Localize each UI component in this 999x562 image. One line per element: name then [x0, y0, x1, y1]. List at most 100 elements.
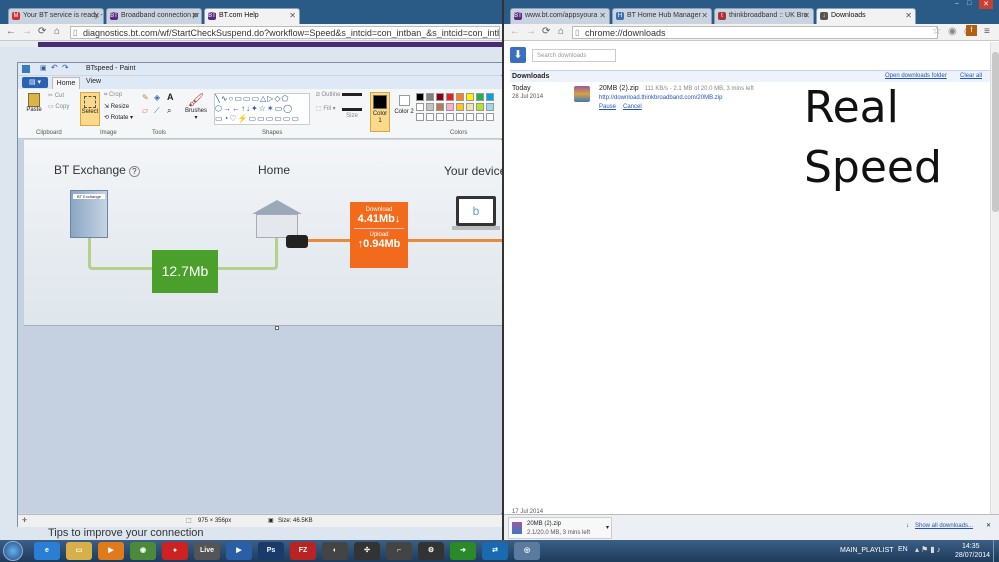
photoshop-icon[interactable]: Ps — [258, 542, 284, 560]
color-swatch[interactable] — [476, 103, 484, 111]
right-address-bar[interactable]: ▯ chrome://downloads — [572, 26, 938, 39]
extension-icon[interactable]: ◉ — [948, 26, 957, 37]
teamviewer-icon[interactable]: ⇄ — [482, 542, 508, 560]
close-window-button[interactable]: ✕ — [979, 0, 993, 9]
forward-button[interactable]: → — [22, 26, 32, 37]
close-tab-icon[interactable]: ✕ — [191, 11, 198, 20]
color-swatch[interactable] — [436, 103, 444, 111]
home-button[interactable]: ⌂ — [558, 26, 564, 37]
close-tab-icon[interactable]: ✕ — [803, 11, 810, 20]
filezilla-icon[interactable]: FZ — [290, 542, 316, 560]
tab-gmail[interactable]: M Your BT service is ready - ✕ — [8, 8, 104, 24]
brushes-button[interactable]: 🖌 Brushes ▾ — [184, 92, 208, 121]
canvas-resize-handle[interactable] — [275, 326, 279, 330]
home-button[interactable]: ⌂ — [54, 26, 60, 37]
fill-bucket-icon[interactable]: ◈ — [154, 93, 160, 102]
fill-button[interactable]: ⬚ Fill ▾ — [316, 105, 336, 112]
language-indicator[interactable]: EN — [898, 546, 908, 553]
scrollbar-thumb[interactable] — [992, 52, 999, 212]
explorer-icon[interactable]: ▭ — [66, 542, 92, 560]
left-address-bar[interactable]: ▯ diagnostics.bt.com/wf/StartCheckSuspen… — [70, 26, 500, 39]
tab-bt[interactable]: BT www.bt.com/appsyoura ✕ — [510, 8, 610, 24]
arrow-icon[interactable]: ➜ — [450, 542, 476, 560]
tab-tb[interactable]: t thinkbroadband :: UK Bro ✕ — [714, 8, 814, 24]
tab-bt[interactable]: BT Broadband connection pr ✕ — [106, 8, 202, 24]
skype-icon[interactable]: ◐ — [322, 542, 348, 560]
shelf-dropdown-icon[interactable]: ▾ — [606, 524, 609, 531]
ie-icon[interactable]: e — [34, 542, 60, 560]
color1-button[interactable]: Color 1 — [370, 92, 390, 132]
resize-button[interactable]: ⇲ Resize — [104, 103, 129, 110]
back-button[interactable]: ← — [510, 26, 520, 37]
custom-color-swatch[interactable] — [436, 113, 444, 121]
steam-icon[interactable]: ⚙ — [418, 542, 444, 560]
close-tab-icon[interactable]: ✕ — [289, 11, 296, 20]
text-tool-icon[interactable]: A — [167, 92, 174, 102]
shelf-item[interactable]: 20MB (2).zip 2.1/20.0 MB, 3 mins left ▾ — [508, 517, 612, 539]
eraser-icon[interactable]: ▱ — [142, 106, 148, 115]
tab-hub[interactable]: H BT Home Hub Manager ✕ — [612, 8, 712, 24]
color-swatch[interactable] — [436, 93, 444, 101]
close-tab-icon[interactable]: ✕ — [905, 11, 912, 20]
reload-button[interactable]: ⟳ — [542, 26, 550, 37]
show-all-downloads-link[interactable]: Show all downloads... — [915, 523, 973, 529]
magnifier-icon[interactable]: ⌕ — [167, 106, 171, 116]
close-shelf-button[interactable]: ✕ — [986, 522, 991, 529]
color-swatch[interactable] — [426, 103, 434, 111]
color-swatch[interactable] — [466, 93, 474, 101]
maximize-button[interactable]: □ — [967, 0, 971, 7]
color-swatch[interactable] — [486, 93, 494, 101]
tab-download[interactable]: ↓ Downloads ✕ — [816, 8, 916, 24]
live-icon[interactable]: Live — [194, 542, 220, 560]
extension3-icon[interactable]: f — [966, 25, 977, 36]
tab-view[interactable]: View — [86, 78, 101, 85]
gun-icon[interactable]: ⌐ — [386, 542, 412, 560]
close-tab-icon[interactable]: ✕ — [599, 11, 606, 20]
color2-button[interactable]: Color 2 — [394, 92, 414, 132]
media-icon[interactable]: ▶ — [98, 542, 124, 560]
custom-color-swatch[interactable] — [426, 113, 434, 121]
color-swatch[interactable] — [486, 103, 494, 111]
outline-button[interactable]: ⧄ Outline ▾ — [316, 92, 345, 99]
tab-bt[interactable]: BT BT.com Help ✕ — [204, 8, 300, 24]
scrollbar[interactable] — [990, 42, 999, 514]
save-icon[interactable]: ▣ — [40, 64, 47, 72]
color-picker-icon[interactable]: ⟋ — [154, 106, 160, 116]
minimize-button[interactable]: – — [955, 0, 959, 7]
menu-icon[interactable]: ≡ — [984, 26, 990, 37]
reload-button[interactable]: ⟳ — [38, 26, 46, 37]
color-swatch[interactable] — [456, 93, 464, 101]
star-icon[interactable]: ☆ — [932, 26, 941, 37]
redo-icon[interactable]: ↷ — [62, 63, 69, 72]
clock-date[interactable]: 28/07/2014 — [955, 552, 990, 559]
color-swatch[interactable] — [446, 103, 454, 111]
clear-all-link[interactable]: Clear all — [960, 73, 982, 79]
undo-icon[interactable]: ↶ — [51, 63, 58, 72]
close-tab-icon[interactable]: ✕ — [701, 11, 708, 20]
close-tab-icon[interactable]: ✕ — [93, 11, 100, 20]
rotate-button[interactable]: ⟲ Rotate ▾ — [104, 114, 133, 121]
chrome-icon[interactable]: ◉ — [130, 542, 156, 560]
custom-color-swatch[interactable] — [466, 113, 474, 121]
cut-button[interactable]: ✂ Cut — [48, 92, 64, 99]
paint-menu-button[interactable]: ▤ ▾ — [22, 77, 48, 88]
color-swatch[interactable] — [426, 93, 434, 101]
select-button[interactable]: Select — [80, 92, 100, 126]
app-icon[interactable]: ● — [162, 542, 188, 560]
custom-color-swatch[interactable] — [446, 113, 454, 121]
forward-button[interactable]: → — [526, 26, 536, 37]
app3-icon[interactable]: ◎ — [514, 542, 540, 560]
color-swatch[interactable] — [466, 103, 474, 111]
search-downloads-input[interactable]: Search downloads — [532, 49, 616, 62]
app2-icon[interactable]: ✣ — [354, 542, 380, 560]
file-url-link[interactable]: http://download.thinkbroadband.com/20MB.… — [599, 95, 722, 101]
color-swatch[interactable] — [476, 93, 484, 101]
tab-home[interactable]: Home — [52, 77, 80, 89]
back-button[interactable]: ← — [6, 26, 16, 37]
paste-button[interactable]: Paste — [24, 93, 44, 123]
pause-link[interactable]: Pause — [599, 104, 616, 110]
clock-time[interactable]: 14:35 — [962, 543, 980, 550]
shapes-gallery[interactable]: ╲∿○▭▭▭△▷◇⬠ ⬡→←↑↓✦☆✶▭◯ ▭◔♡⚡▭▭▭▭▭▭ — [214, 93, 310, 125]
color-swatch[interactable] — [416, 103, 424, 111]
pencil-icon[interactable]: ✎ — [142, 93, 149, 102]
